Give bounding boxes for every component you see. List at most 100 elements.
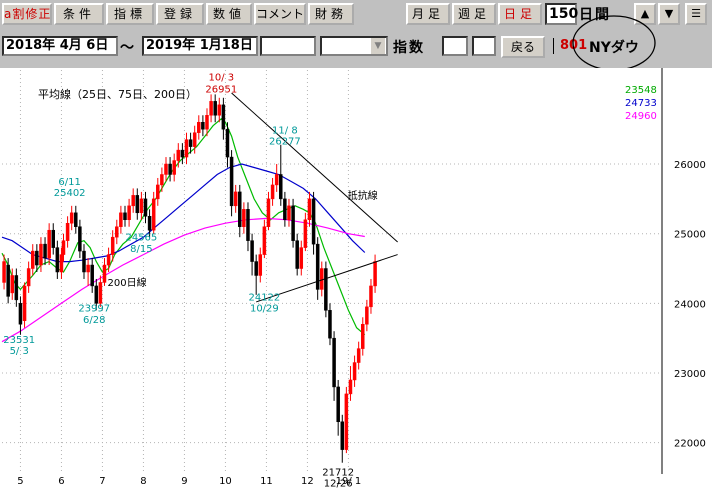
- candle-body: [373, 261, 377, 287]
- candle-body: [6, 264, 10, 297]
- candle-body: [201, 121, 205, 130]
- annotation-label: 抵抗線: [348, 189, 378, 202]
- weekly-chart-button[interactable]: 週足: [452, 3, 496, 25]
- candle-body: [229, 156, 234, 207]
- candle-body: [233, 191, 238, 207]
- monthly-chart-button[interactable]: 月足: [406, 3, 450, 25]
- annotation-label: 6/11: [58, 177, 80, 188]
- index-dropdown[interactable]: ▼: [320, 36, 388, 56]
- candle-body: [361, 323, 365, 349]
- candle-body: [10, 275, 14, 294]
- x-tick-label: 11: [260, 476, 273, 487]
- x-tick-label: 10: [219, 476, 232, 487]
- register-button[interactable]: 登録: [156, 3, 204, 25]
- annotation-label: 26951: [205, 84, 237, 95]
- candle-body: [205, 115, 209, 130]
- candle-body: [246, 209, 250, 241]
- candle-body: [262, 226, 267, 255]
- annotation-label: 23531: [3, 335, 35, 346]
- moving-average-line: [1, 217, 365, 343]
- candle-body: [324, 268, 328, 311]
- candle-body: [279, 174, 283, 200]
- dropdown-arrow-icon[interactable]: ▼: [371, 38, 385, 54]
- start-date-field[interactable]: 2018年 4月 6日: [2, 36, 118, 56]
- scroll-down-icon[interactable]: ▼: [658, 3, 680, 25]
- comment-button[interactable]: コメント: [254, 3, 306, 25]
- candle-body: [176, 149, 181, 161]
- candle-body: [295, 240, 299, 269]
- candle-body: [35, 250, 39, 266]
- end-date-field[interactable]: 2019年 1月18日: [142, 36, 258, 56]
- candle-body: [303, 219, 308, 248]
- candle-body: [106, 254, 111, 266]
- candle-body: [164, 163, 168, 175]
- index-field-a[interactable]: [442, 36, 468, 56]
- annotation-label: 10/29: [250, 304, 279, 315]
- candle-body: [151, 198, 156, 231]
- code-separator: [553, 38, 554, 54]
- annotation-label: 8/15: [130, 244, 152, 255]
- indicators-button[interactable]: 指標: [106, 3, 154, 25]
- candle-body: [217, 104, 222, 116]
- candle-body: [30, 250, 35, 269]
- candle-body: [115, 226, 119, 238]
- stock-split-adjust-button[interactable]: a割修正: [2, 3, 52, 25]
- annotation-label: 25402: [54, 188, 86, 199]
- y-tick-label: 24000: [674, 299, 706, 310]
- annotation-label: 5/ 3: [10, 346, 29, 357]
- candle-body: [311, 198, 316, 245]
- y-tick-label: 23000: [674, 369, 706, 380]
- candle-body: [344, 393, 349, 450]
- annotation-label: 200日線: [107, 276, 146, 289]
- candle-body: [65, 222, 70, 241]
- candle-body: [238, 191, 242, 227]
- candle-body: [143, 198, 148, 217]
- x-tick-label: 6: [58, 476, 64, 487]
- candle-body: [287, 205, 291, 221]
- daily-chart-button[interactable]: 日足: [498, 3, 542, 25]
- candle-body: [270, 184, 275, 200]
- x-tick-label: 12: [301, 476, 314, 487]
- candle-body: [242, 209, 246, 227]
- x-tick-label: 9: [181, 476, 187, 487]
- highlight-circle-icon: [572, 15, 656, 71]
- candle-body: [61, 240, 66, 255]
- index-field-b[interactable]: [472, 36, 496, 56]
- candle-body: [98, 282, 103, 304]
- back-button[interactable]: 戻る: [501, 36, 545, 58]
- candle-body: [69, 212, 74, 224]
- latest-value-200day: 24960: [625, 111, 657, 122]
- latest-value-75day: 24733: [625, 98, 657, 109]
- annotation-label: 10/ 3: [209, 72, 235, 83]
- candle-body: [283, 198, 287, 221]
- candle-body: [14, 275, 19, 301]
- menu-icon[interactable]: ☰: [685, 3, 707, 25]
- numeric-values-button[interactable]: 数値: [206, 3, 252, 25]
- candle-body: [254, 261, 258, 276]
- financials-button[interactable]: 財務: [308, 3, 354, 25]
- blank-field[interactable]: [260, 36, 316, 56]
- candle-body: [352, 362, 357, 381]
- candlestick-chart: 平均線（25日、75日、200日） 23548 24733 24960 10/ …: [1, 68, 706, 490]
- annotation-label: 6/28: [83, 315, 105, 326]
- candle-body: [131, 195, 135, 207]
- x-tick-label: 7: [99, 476, 105, 487]
- annotation-label: 24565: [125, 233, 157, 244]
- candle-body: [26, 268, 31, 287]
- chart-area: 平均線（25日、75日、200日） 23548 24733 24960 10/ …: [0, 68, 712, 490]
- candle-body: [291, 205, 295, 241]
- y-tick-label: 25000: [674, 230, 706, 241]
- conditions-button[interactable]: 条件: [54, 3, 104, 25]
- candle-body: [197, 121, 201, 133]
- date-separator: ～: [120, 40, 134, 56]
- candle-body: [299, 247, 304, 269]
- x-tick-label: 5: [17, 476, 23, 487]
- candle-body: [365, 306, 369, 325]
- candle-body: [86, 264, 90, 273]
- candle-body: [135, 195, 140, 214]
- candle-body: [156, 184, 160, 200]
- candle-body: [127, 205, 131, 221]
- candle-body: [356, 348, 361, 363]
- candle-body: [225, 128, 230, 158]
- candle-body: [320, 268, 324, 290]
